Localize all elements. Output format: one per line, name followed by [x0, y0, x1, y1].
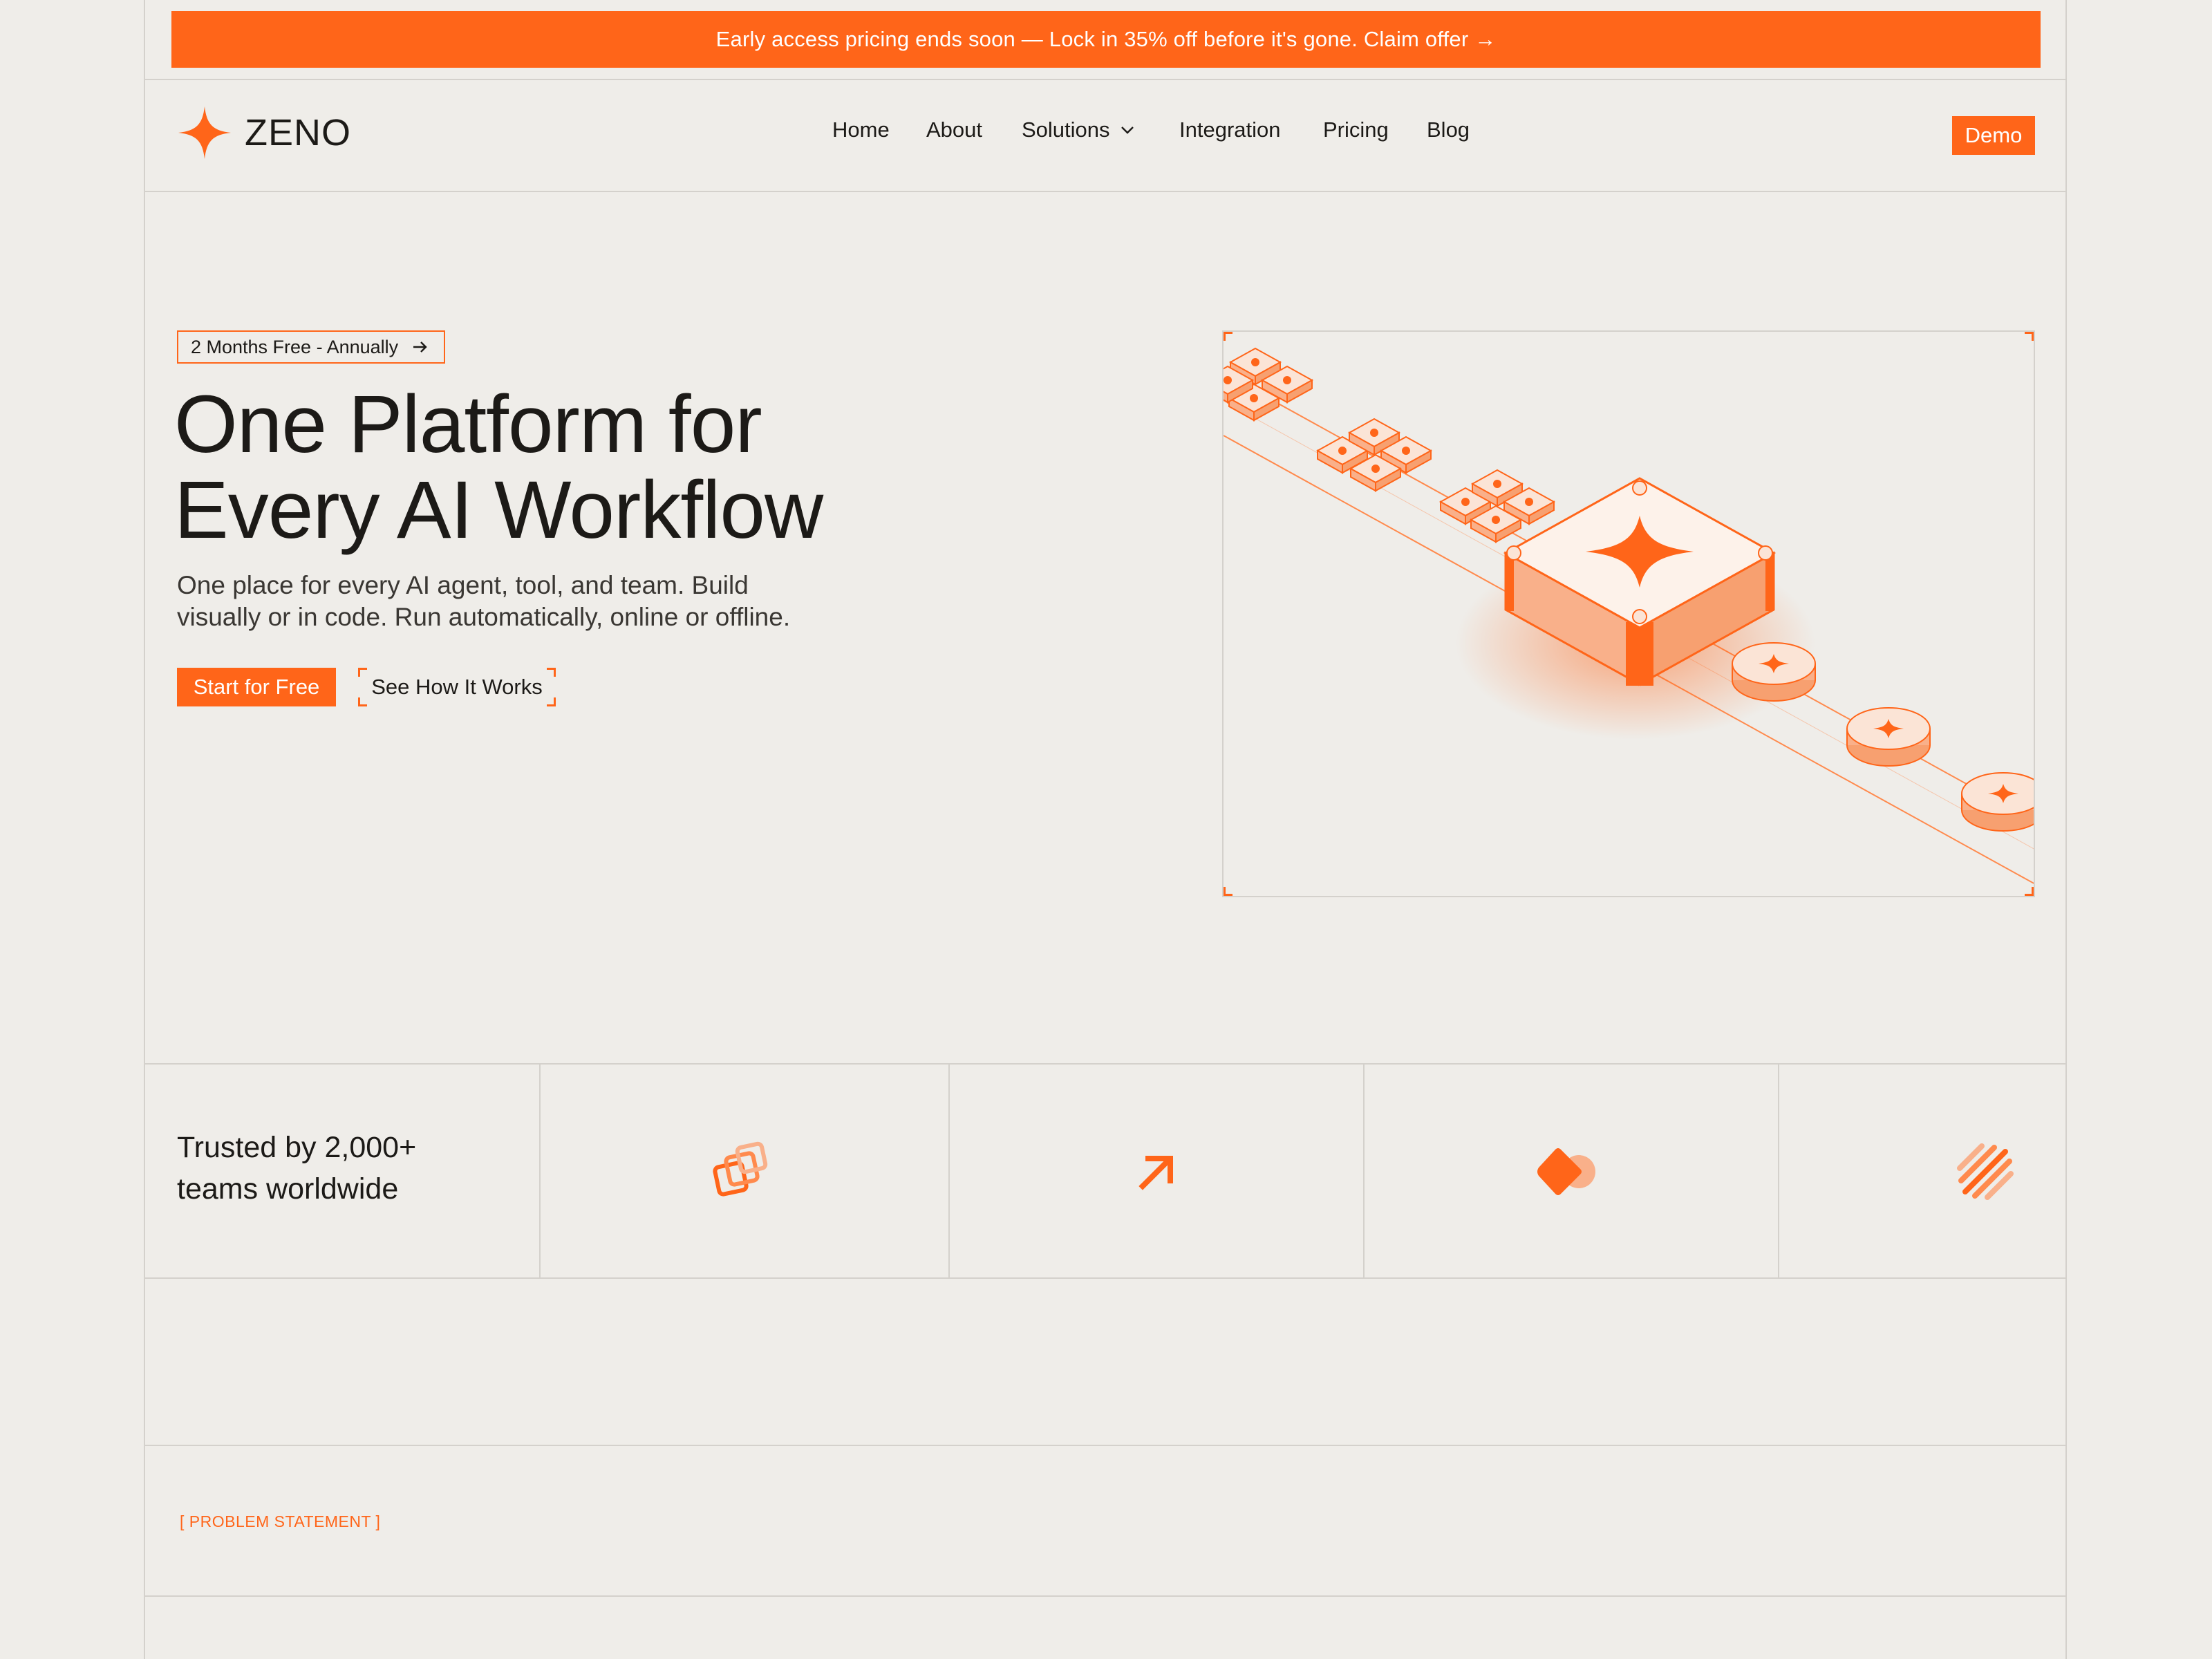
divider [948, 1065, 950, 1279]
announcement-text[interactable]: Early access pricing ends soon — Lock in… [716, 27, 1497, 52]
chevron-down-icon [1121, 126, 1134, 134]
trusted-by-text: Trusted by 2,000+ teams worldwide [177, 1131, 417, 1206]
blob-logo-icon [1536, 1134, 1605, 1210]
demo-button[interactable]: Demo [1952, 116, 2035, 155]
hero-title: One Platform for Every AI Workflow [174, 379, 823, 556]
nav-pricing[interactable]: Pricing [1323, 118, 1389, 142]
nav-blog[interactable]: Blog [1427, 118, 1470, 142]
see-how-it-works-button[interactable]: See How It Works [358, 668, 556, 706]
divider [144, 1595, 2067, 1597]
divider [144, 1445, 2067, 1446]
hero-subtitle: One place for every AI agent, tool, and … [177, 571, 791, 631]
hero-illustration [1222, 330, 2035, 897]
divider [539, 1065, 541, 1279]
problem-statement-label: [ PROBLEM STATEMENT ] [180, 1512, 381, 1530]
nav-home[interactable]: Home [832, 118, 890, 142]
divider [144, 191, 2067, 192]
divider [144, 79, 2067, 80]
divider [144, 1277, 2067, 1279]
divider [1778, 1065, 1779, 1279]
divider [1363, 1065, 1365, 1279]
announcement-bar[interactable]: Early access pricing ends soon — Lock in… [171, 11, 2041, 68]
nav-about[interactable]: About [926, 118, 982, 142]
promo-badge-label: 2 Months Free - Annually [191, 336, 399, 357]
promo-badge[interactable]: 2 Months Free - Annually [177, 330, 446, 364]
start-free-button[interactable]: Start for Free [177, 668, 336, 706]
nav-solutions[interactable]: Solutions [1022, 118, 1135, 142]
arrow-logo-icon [1123, 1134, 1192, 1210]
arrow-right-icon [413, 341, 427, 353]
isometric-workflow-illustration [1224, 348, 2034, 884]
nav-integration[interactable]: Integration [1179, 118, 1281, 142]
slashes-logo-icon [1951, 1134, 2020, 1210]
stacked-squares-logo-icon [706, 1134, 776, 1210]
main-nav: Home About Solutions Integration Pricing… [0, 118, 2212, 152]
